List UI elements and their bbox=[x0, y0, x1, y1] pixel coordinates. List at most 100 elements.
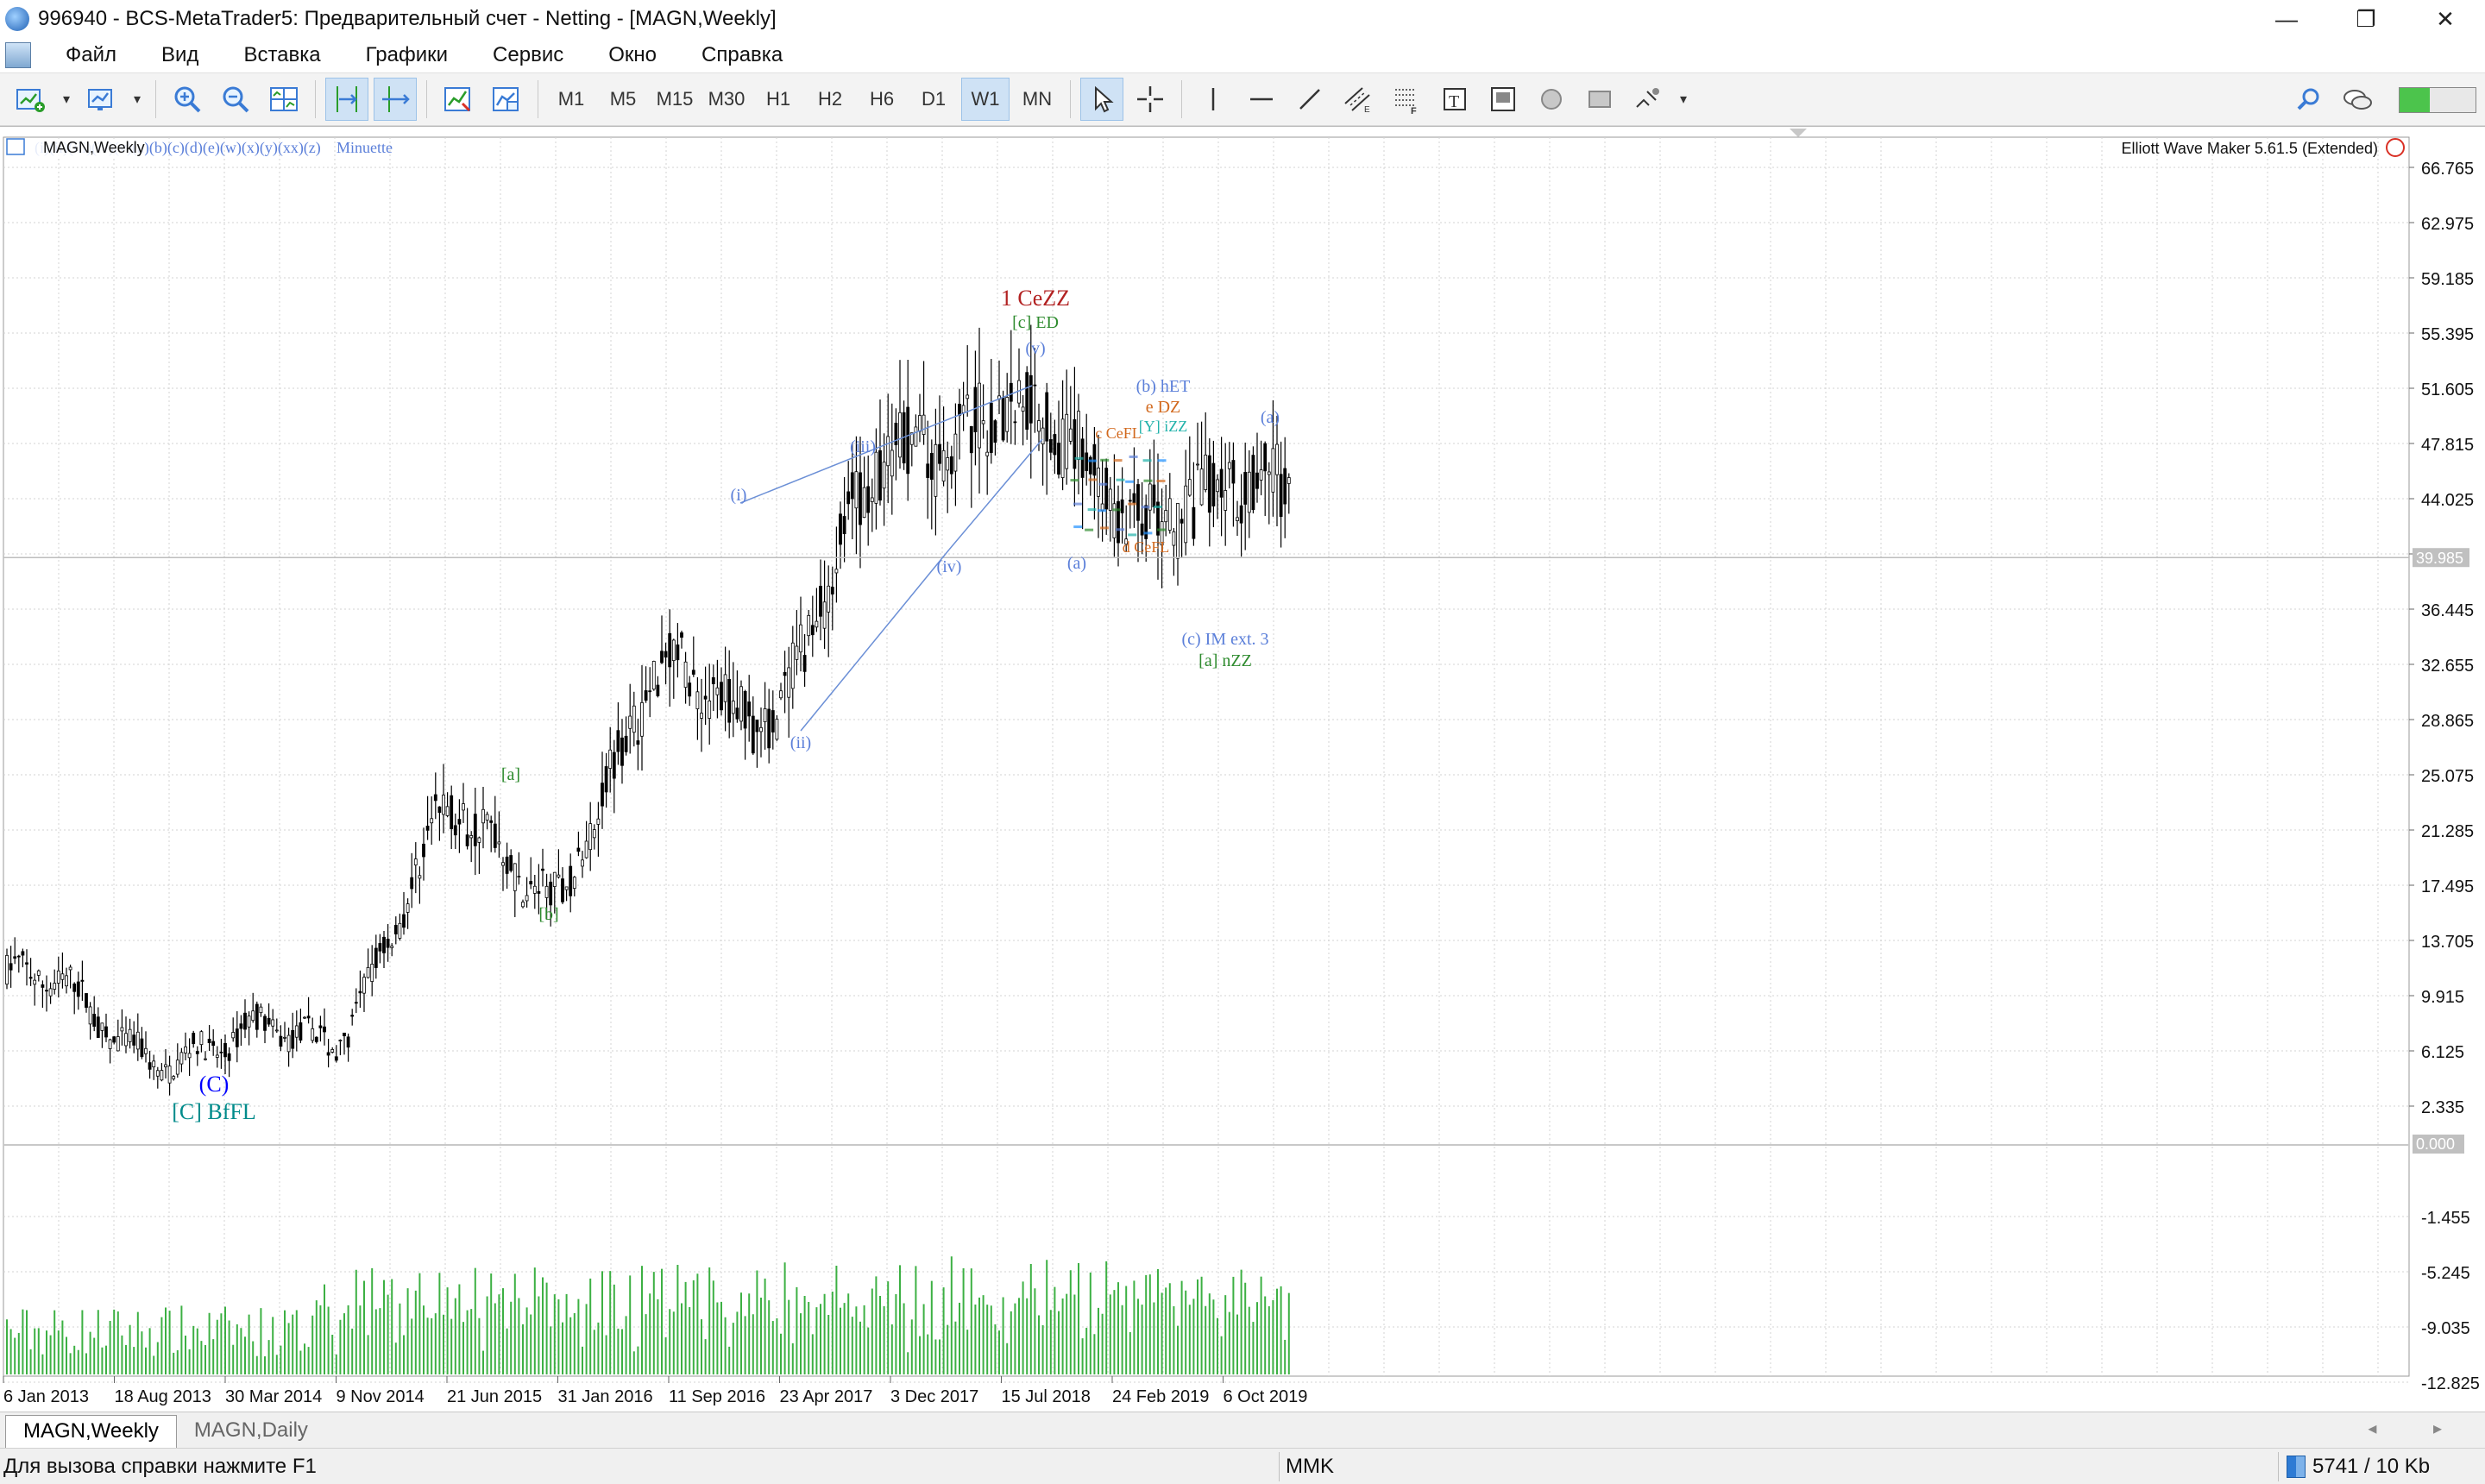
candle-body bbox=[274, 1029, 279, 1032]
profiles-icon bbox=[88, 89, 112, 110]
candle-body bbox=[878, 450, 882, 501]
vertical-line-button[interactable] bbox=[1192, 78, 1235, 121]
candle-body bbox=[743, 690, 747, 729]
equidistant-channel-button[interactable]: E bbox=[1337, 78, 1380, 121]
menu-charts[interactable]: Графики bbox=[343, 43, 470, 67]
candle-body bbox=[644, 690, 648, 701]
candle-body bbox=[934, 443, 938, 497]
candle-body bbox=[779, 690, 783, 699]
horizontal-line-button[interactable] bbox=[1240, 78, 1283, 121]
x-axis-tick-label: 31 Jan 2016 bbox=[558, 1387, 653, 1406]
candle-body bbox=[1108, 488, 1112, 511]
candle-body bbox=[819, 585, 822, 617]
candle-body bbox=[65, 975, 68, 987]
menu-tools[interactable]: Сервис bbox=[470, 43, 586, 67]
profiles-button[interactable] bbox=[80, 78, 123, 121]
toolbar-separator bbox=[155, 80, 156, 118]
auto-scroll-button[interactable] bbox=[374, 78, 417, 121]
candle-body bbox=[715, 687, 720, 695]
minimize-button[interactable]: — bbox=[2247, 0, 2326, 38]
chart-document-icon[interactable] bbox=[5, 42, 31, 68]
timeframe-mn[interactable]: MN bbox=[1013, 78, 1061, 121]
candle-body bbox=[393, 925, 398, 934]
shapes-dropdown-icon[interactable]: ▾ bbox=[1675, 78, 1692, 121]
price-chart[interactable]: 66.765 62.975 59.185 55.395 51.605 47.815 44.0… bbox=[0, 127, 2485, 1412]
chart-window[interactable]: 66.765 62.975 59.185 55.395 51.605 47.815 44.0… bbox=[0, 126, 2485, 1412]
profiles-dropdown-icon[interactable]: ▾ bbox=[129, 78, 146, 121]
timeframe-h6[interactable]: H6 bbox=[858, 78, 906, 121]
wave-cluster-mark bbox=[1156, 479, 1166, 482]
timeframe-m30[interactable]: M30 bbox=[702, 78, 751, 121]
wave-cluster-mark bbox=[1143, 479, 1153, 482]
close-button[interactable]: ✕ bbox=[2406, 0, 2485, 38]
timeframe-m1[interactable]: M1 bbox=[547, 78, 595, 121]
text-label-button[interactable] bbox=[1482, 78, 1525, 121]
new-chart-dropdown-icon[interactable]: ▾ bbox=[58, 78, 75, 121]
tab-magn-weekly[interactable]: MAGN,Weekly bbox=[5, 1415, 177, 1448]
candle-body bbox=[378, 943, 382, 952]
candle-body bbox=[834, 569, 839, 574]
candle-body bbox=[501, 862, 505, 866]
candle-body bbox=[1176, 503, 1180, 559]
ellipse-tool-button[interactable] bbox=[1530, 78, 1573, 121]
menu-help[interactable]: Справка bbox=[679, 43, 805, 67]
status-symbol: MMK bbox=[1286, 1454, 1334, 1478]
cursor-tool-button[interactable] bbox=[1080, 78, 1123, 121]
timeframe-w1[interactable]: W1 bbox=[961, 78, 1010, 121]
search-icon bbox=[2297, 88, 2319, 110]
shapes-menu-button[interactable] bbox=[1626, 78, 1670, 121]
connection-status[interactable]: 5741 / 10 Kb bbox=[2287, 1455, 2430, 1479]
menu-file[interactable]: Файл bbox=[43, 43, 139, 67]
menu-view[interactable]: Вид bbox=[139, 43, 221, 67]
restore-button[interactable]: ❐ bbox=[2326, 0, 2406, 38]
timeframe-d1[interactable]: D1 bbox=[909, 78, 958, 121]
menu-insert[interactable]: Вставка bbox=[221, 43, 343, 67]
tab-scroll-arrows[interactable]: ◂ ▸ bbox=[2368, 1418, 2468, 1439]
indicator-settings-icon[interactable] bbox=[2386, 138, 2405, 157]
zoom-in-button[interactable] bbox=[166, 78, 209, 121]
candle-body bbox=[422, 843, 425, 858]
chat-button[interactable] bbox=[2336, 79, 2379, 122]
candle-body bbox=[874, 451, 878, 504]
tile-windows-button[interactable] bbox=[262, 78, 305, 121]
title-bar: 996940 - BCS-MetaTrader5: Предварительны… bbox=[0, 0, 2485, 38]
menu-window[interactable]: Окно bbox=[586, 43, 679, 67]
candle-body bbox=[299, 1022, 303, 1041]
fibonacci-button[interactable]: F bbox=[1385, 78, 1428, 121]
candle-body bbox=[1192, 506, 1196, 539]
shapes-icon bbox=[1636, 88, 1659, 108]
search-button[interactable] bbox=[2287, 79, 2331, 122]
zoom-out-button[interactable] bbox=[214, 78, 257, 121]
timeframe-m5[interactable]: M5 bbox=[599, 78, 647, 121]
timeframe-h2[interactable]: H2 bbox=[806, 78, 854, 121]
chart-shift-marker-icon[interactable] bbox=[1790, 129, 1807, 137]
candle-body bbox=[572, 877, 576, 890]
trendline-button[interactable] bbox=[1288, 78, 1331, 121]
candle-body bbox=[215, 1054, 219, 1058]
wave-label: (v) bbox=[1025, 339, 1045, 358]
candle-body bbox=[700, 713, 703, 719]
tab-magn-daily[interactable]: MAGN,Daily bbox=[177, 1415, 325, 1448]
wave-label: (i) bbox=[731, 486, 747, 505]
candle-body bbox=[802, 655, 807, 672]
candle-body bbox=[978, 382, 981, 449]
crosshair-tool-button[interactable] bbox=[1129, 78, 1172, 121]
new-chart-button[interactable] bbox=[9, 78, 53, 121]
timeframe-m15[interactable]: M15 bbox=[651, 78, 699, 121]
candle-body bbox=[552, 871, 557, 887]
timeframe-h1[interactable]: H1 bbox=[754, 78, 802, 121]
candle-body bbox=[961, 405, 966, 413]
candle-body bbox=[267, 1017, 271, 1025]
text-tool-button[interactable]: T bbox=[1433, 78, 1476, 121]
candle-body bbox=[160, 1070, 164, 1081]
candle-body bbox=[140, 1038, 144, 1058]
candle-body bbox=[497, 841, 501, 845]
toolbar-separator bbox=[426, 80, 427, 118]
rectangle-tool-button[interactable] bbox=[1578, 78, 1621, 121]
templates-button[interactable] bbox=[485, 78, 528, 121]
indicators-button[interactable] bbox=[437, 78, 480, 121]
tile-windows-icon bbox=[270, 87, 298, 111]
chart-shift-button[interactable] bbox=[325, 78, 368, 121]
candle-body bbox=[711, 677, 715, 685]
candle-body bbox=[1104, 468, 1109, 510]
